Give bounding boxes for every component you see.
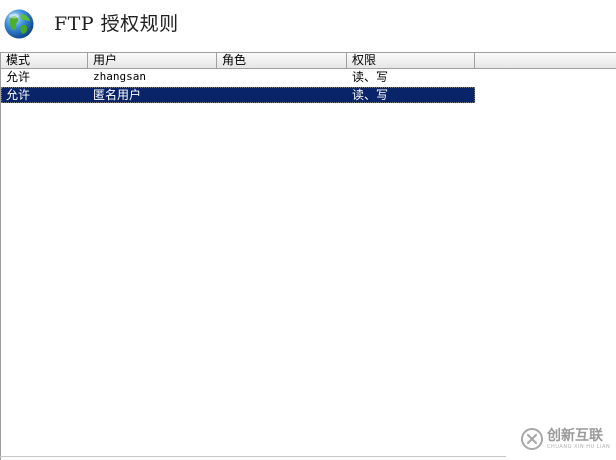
table-row[interactable]: 允许 zhangsan 读、写	[1, 69, 475, 85]
column-header-permission[interactable]: 权限	[347, 53, 475, 68]
cell-mode: 允许	[6, 70, 31, 84]
page-title: FTP 授权规则	[54, 13, 179, 35]
watermark-subtext: CHUANG XIN HU LIAN	[547, 444, 611, 450]
column-header-user[interactable]: 用户	[88, 53, 217, 68]
column-header-mode[interactable]: 模式	[1, 53, 88, 68]
watermark-text: 创新互联	[547, 428, 603, 444]
cell-role	[217, 69, 347, 85]
authorization-rules-list[interactable]: 模式 用户 角色 权限 允许 zhangsan 读、写 允许 匿名用户 读、写	[0, 52, 616, 460]
cell-mode: 允许	[6, 88, 31, 102]
cell-user: zhangsan	[93, 70, 146, 83]
page-header: FTP 授权规则	[0, 0, 616, 48]
table-row-selected[interactable]: 允许 匿名用户 读、写	[1, 87, 475, 103]
watermark: 创新互联 CHUANG XIN HU LIAN	[516, 418, 616, 458]
cell-user: 匿名用户	[93, 88, 142, 102]
column-header-row: 模式 用户 角色 权限	[1, 52, 616, 69]
bottom-divider	[0, 456, 506, 457]
column-header-filler	[475, 53, 616, 68]
column-header-role[interactable]: 角色	[217, 53, 347, 68]
brand-logo-icon	[521, 428, 543, 450]
cell-permission: 读、写	[352, 70, 389, 84]
globe-icon	[4, 9, 34, 39]
cell-role	[217, 87, 347, 103]
cell-permission: 读、写	[352, 88, 389, 102]
